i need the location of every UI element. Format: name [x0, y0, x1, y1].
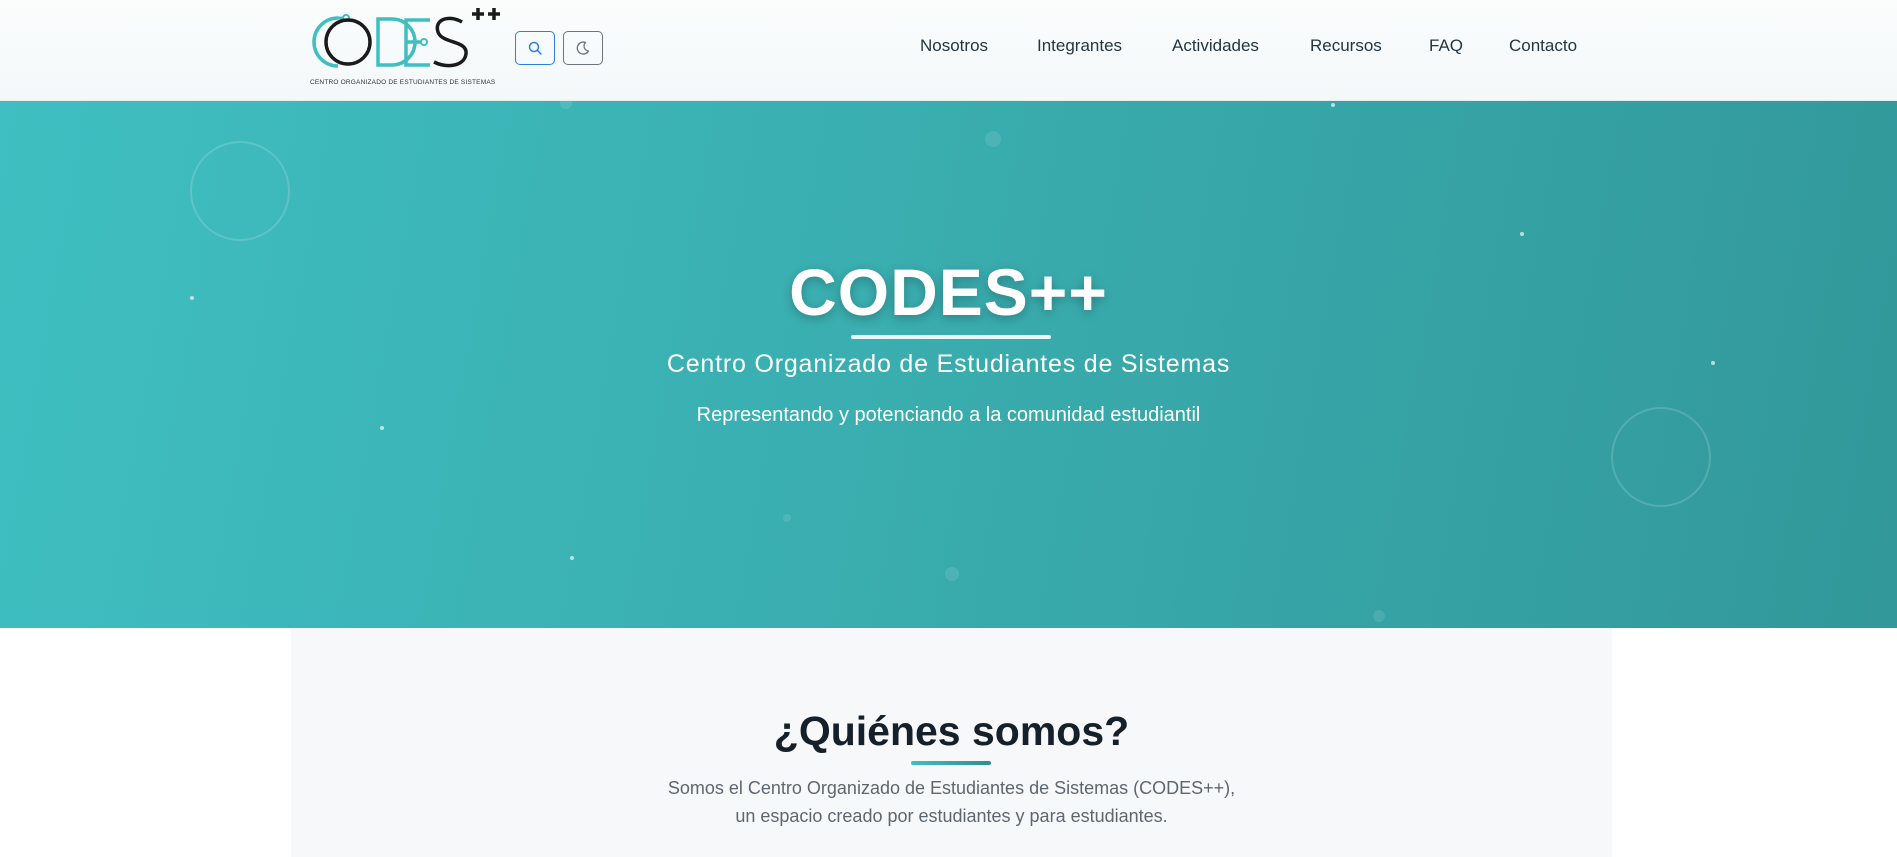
hero-tagline: Representando y potenciando a la comunid… [696, 404, 1201, 426]
decorative-dot [1520, 232, 1524, 236]
decorative-bubble [945, 567, 959, 581]
search-icon [528, 41, 542, 55]
site-header: CENTRO ORGANIZADO DE ESTUDIANTES DE SIST… [0, 0, 1897, 101]
search-button[interactable] [515, 31, 555, 65]
about-section: ¿Quiénes somos? Somos el Centro Organiza… [291, 628, 1612, 857]
decorative-dot [570, 556, 574, 560]
decorative-bubble [560, 101, 572, 109]
hero-subtitle: Centro Organizado de Estudiantes de Sist… [666, 350, 1231, 378]
nav-item-integrantes[interactable]: Integrantes [1037, 36, 1122, 56]
hero-section: CODES++ Centro Organizado de Estudiantes… [0, 101, 1897, 628]
nav-item-recursos[interactable]: Recursos [1310, 36, 1382, 56]
about-line-1: Somos el Centro Organizado de Estudiante… [667, 778, 1236, 798]
nav-item-faq[interactable]: FAQ [1429, 36, 1463, 56]
about-description: Somos el Centro Organizado de Estudiante… [291, 774, 1612, 830]
decorative-bubble [783, 514, 791, 522]
decorative-dot [1331, 103, 1335, 107]
decorative-ring [190, 141, 290, 241]
hero-title-underline [851, 335, 1051, 339]
decorative-bubble [1373, 610, 1385, 622]
about-line-2: un espacio creado por estudiantes y para… [735, 806, 1168, 826]
logo-tagline: CENTRO ORGANIZADO DE ESTUDIANTES DE SIST… [310, 79, 496, 86]
codes-logo[interactable]: CENTRO ORGANIZADO DE ESTUDIANTES DE SIST… [300, 4, 505, 90]
decorative-bubble [985, 131, 1001, 147]
about-title-underline [911, 761, 991, 765]
nav-item-contacto[interactable]: Contacto [1509, 36, 1577, 56]
hero-title: CODES++ [789, 255, 1108, 329]
theme-toggle-button[interactable] [563, 31, 603, 65]
nav-item-actividades[interactable]: Actividades [1172, 36, 1259, 56]
codes-logo-mark [312, 8, 500, 68]
moon-icon [576, 41, 590, 55]
nav-item-nosotros[interactable]: Nosotros [920, 36, 988, 56]
about-title: ¿Quiénes somos? [773, 708, 1130, 754]
